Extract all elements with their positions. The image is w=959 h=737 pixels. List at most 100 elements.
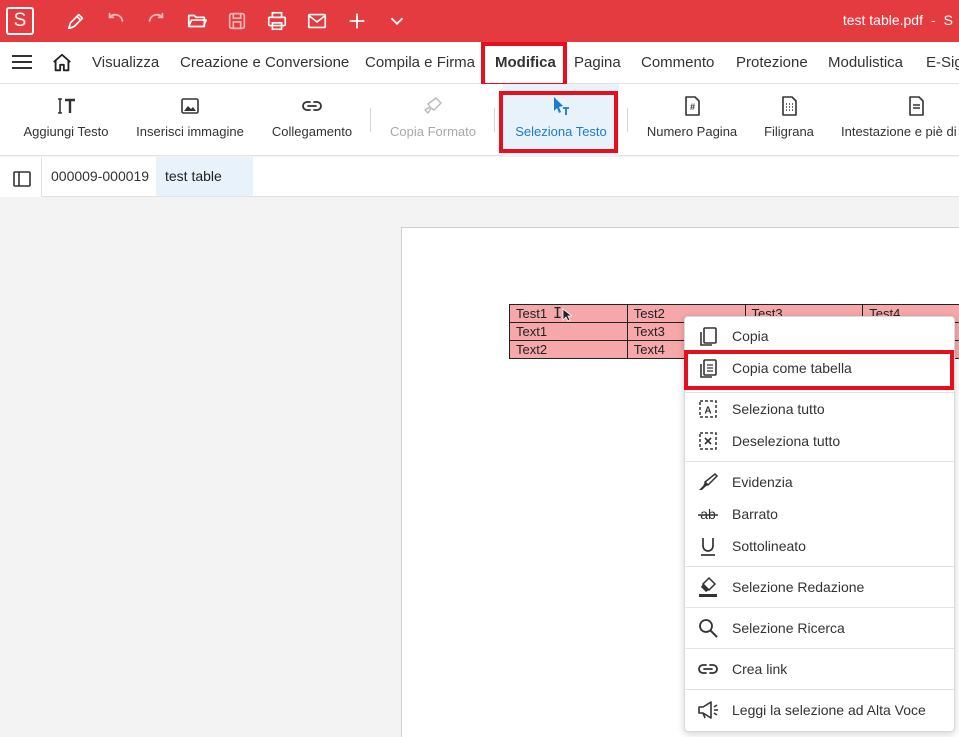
tab-protezione[interactable]: Protezione <box>736 42 808 84</box>
redo-icon[interactable] <box>143 8 169 34</box>
mail-icon[interactable] <box>304 8 330 34</box>
read-aloud-icon <box>698 701 718 719</box>
image-icon <box>181 98 199 114</box>
plus-icon[interactable] <box>344 8 370 34</box>
print-icon[interactable] <box>264 8 290 34</box>
highlight-icon <box>699 472 719 490</box>
create-link-icon <box>698 664 718 674</box>
title-trailing: S <box>943 12 953 28</box>
ribbon-separator <box>494 108 495 132</box>
page-number-button[interactable]: # Numero Pagina <box>640 84 744 156</box>
document-title: test table.pdf <box>842 12 923 28</box>
redaction-icon <box>699 576 717 597</box>
menu-item-barrato[interactable]: ab Barrato <box>685 498 954 530</box>
copy-as-table-highlight <box>684 350 954 390</box>
menu-item-copia[interactable]: Copia <box>685 320 954 352</box>
chevron-down-icon[interactable] <box>384 8 410 34</box>
search-icon <box>699 619 718 638</box>
title-separator: - <box>930 12 936 28</box>
header-footer-label: Intestazione e piè di p <box>841 124 959 139</box>
ribbon-separator <box>627 108 628 132</box>
menu-item-label: Selezione Ricerca <box>732 620 845 636</box>
tab-modulistica[interactable]: Modulistica <box>828 42 903 84</box>
menu-item-label: Sottolineato <box>732 538 806 554</box>
menu-item-label: Leggi la selezione ad Alta Voce <box>732 702 926 718</box>
header-footer-icon <box>909 96 924 116</box>
select-all-icon: A <box>699 400 717 418</box>
tab-creazione-e-conversione[interactable]: Creazione e Conversione <box>180 42 349 84</box>
deselect-all-icon <box>699 432 717 450</box>
pen-icon[interactable] <box>63 8 89 34</box>
add-text-label: Aggiungi Testo <box>23 124 109 139</box>
menu-item-sottolineato[interactable]: Sottolineato <box>685 530 954 562</box>
menu-separator <box>685 648 954 649</box>
title-bar: S test table.pdf - S <box>0 0 959 42</box>
table-cell[interactable]: Text1 <box>509 322 628 341</box>
open-folder-icon[interactable] <box>184 8 210 34</box>
watermark-icon <box>782 96 797 116</box>
link-button[interactable]: Collegamento <box>262 84 362 156</box>
menu-separator <box>685 689 954 690</box>
format-painter-button[interactable]: Copia Formato <box>380 84 486 156</box>
file-tab-000009-000019[interactable]: 000009-000019 <box>42 157 158 196</box>
copy-icon <box>700 327 717 346</box>
link-label: Collegamento <box>271 124 353 139</box>
menu-item-label: Evidenzia <box>732 474 793 490</box>
underline-icon <box>701 538 715 556</box>
menu-item-deseleziona-tutto[interactable]: Deseleziona tutto <box>685 425 954 457</box>
app-logo[interactable]: S <box>6 7 34 35</box>
menu-item-selezione-ricerca[interactable]: Selezione Ricerca <box>685 612 954 644</box>
mouse-pointer-icon <box>562 308 572 322</box>
document-title-area: test table.pdf - S <box>843 12 953 28</box>
text-ibeam-cursor-icon: I <box>553 304 563 322</box>
menu-item-label: Barrato <box>732 506 778 522</box>
menu-item-selezione-redazione[interactable]: Selezione Redazione <box>685 571 954 603</box>
insert-image-button[interactable]: Inserisci immagine <box>126 84 254 156</box>
menu-item-seleziona-tutto[interactable]: A Seleziona tutto <box>685 393 954 425</box>
menu-item-evidenzia[interactable]: Evidenzia <box>685 466 954 498</box>
menu-item-label: Copia <box>732 328 769 344</box>
ribbon-separator <box>370 108 371 132</box>
save-icon[interactable] <box>224 8 250 34</box>
strikethrough-icon: ab <box>698 506 718 522</box>
app-window: S test table.pdf - S Visualizza Creazion… <box>0 0 959 737</box>
undo-icon[interactable] <box>103 8 129 34</box>
tab-pagina[interactable]: Pagina <box>574 42 621 84</box>
menu-item-leggi-ad-alta-voce[interactable]: Leggi la selezione ad Alta Voce <box>685 694 954 726</box>
insert-image-label: Inserisci immagine <box>136 124 244 139</box>
home-icon[interactable] <box>51 52 73 74</box>
panel-toggle-icon[interactable] <box>12 169 32 189</box>
watermark-button[interactable]: Filigrana <box>755 84 823 156</box>
menu-separator <box>685 607 954 608</box>
header-footer-button[interactable]: Intestazione e piè di p <box>833 84 959 156</box>
menu-bar: Visualizza Creazione e Conversione Compi… <box>0 42 959 84</box>
file-tab-bar: 000009-000019 test table <box>42 157 959 197</box>
menu-item-label: Crea link <box>732 661 788 677</box>
svg-text:ab: ab <box>700 506 716 522</box>
menu-separator <box>685 566 954 567</box>
watermark-label: Filigrana <box>764 124 814 139</box>
menu-separator <box>685 461 954 462</box>
ribbon-toolbar: Aggiungi Testo Inserisci immagine Colleg… <box>0 84 959 156</box>
tab-compila-e-firma[interactable]: Compila e Firma <box>365 42 475 84</box>
tab-e-sig[interactable]: E-Sig <box>926 42 959 84</box>
page-number-label: Numero Pagina <box>646 124 738 139</box>
file-tab-test-table[interactable]: test table <box>156 157 253 196</box>
svg-text:A: A <box>704 406 711 417</box>
tab-commento[interactable]: Commento <box>641 42 714 84</box>
select-text-highlight <box>499 91 618 153</box>
page-number-icon: # <box>685 96 700 116</box>
svg-text:#: # <box>690 102 695 112</box>
menu-item-label: Selezione Redazione <box>732 579 865 595</box>
menu-item-label: Seleziona tutto <box>732 401 825 417</box>
format-painter-label: Copia Formato <box>390 124 476 139</box>
add-text-button[interactable]: Aggiungi Testo <box>14 84 118 156</box>
menu-item-crea-link[interactable]: Crea link <box>685 653 954 685</box>
tab-modifica-highlight <box>481 42 567 87</box>
table-cell[interactable]: Text2 <box>509 340 628 359</box>
tab-visualizza[interactable]: Visualizza <box>92 42 159 84</box>
format-painter-icon <box>424 97 442 114</box>
add-text-icon <box>58 98 75 114</box>
hamburger-menu-icon[interactable] <box>12 54 32 70</box>
menu-item-label: Deseleziona tutto <box>732 433 841 449</box>
